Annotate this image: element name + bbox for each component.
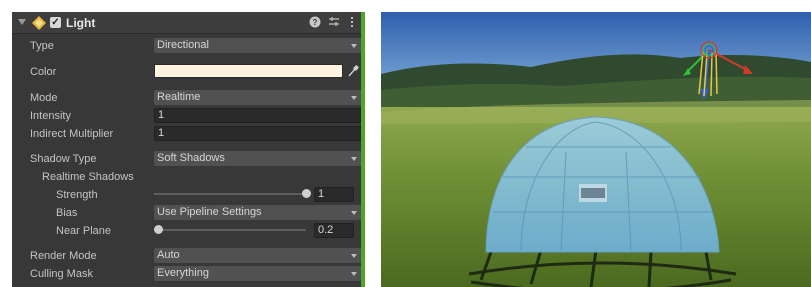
eyedropper-icon[interactable]	[347, 64, 359, 78]
intensity-field[interactable]: 1	[154, 108, 362, 123]
strength-slider-track[interactable]	[154, 193, 306, 195]
strength-value-field[interactable]: 1	[314, 187, 354, 202]
near-plane-slider-track[interactable]	[154, 229, 306, 231]
foldout-arrow-icon[interactable]	[18, 19, 26, 25]
bias-dropdown[interactable]: Use Pipeline Settings	[154, 205, 362, 220]
type-dropdown[interactable]: Directional	[154, 38, 362, 53]
chevron-down-icon	[351, 44, 357, 48]
culling-mask-label: Culling Mask	[30, 268, 93, 280]
render-mode-dropdown[interactable]: Auto	[154, 248, 362, 263]
chevron-down-icon	[351, 211, 357, 215]
intensity-label: Intensity	[30, 110, 71, 122]
indirect-multiplier-field[interactable]: 1	[154, 126, 362, 141]
chevron-down-icon	[351, 157, 357, 161]
type-value: Directional	[157, 39, 209, 51]
chevron-down-icon	[351, 96, 357, 100]
chevron-down-icon	[351, 272, 357, 276]
bias-label: Bias	[56, 207, 78, 219]
color-swatch[interactable]	[154, 64, 343, 78]
shadow-type-label: Shadow Type	[30, 153, 97, 165]
culling-mask-value: Everything	[157, 267, 209, 279]
inspector-panel: ✓ Light ? Type Directional Color Mode Re…	[12, 12, 365, 287]
presets-icon[interactable]	[327, 16, 341, 30]
component-title: Light	[66, 16, 96, 30]
svg-text:?: ?	[313, 18, 318, 27]
color-label: Color	[30, 66, 57, 78]
strength-label: Strength	[56, 189, 98, 201]
shadow-type-value: Soft Shadows	[157, 152, 225, 164]
mode-value: Realtime	[157, 91, 201, 103]
light-component-header[interactable]: ✓ Light ?	[12, 12, 365, 34]
render-mode-value: Auto	[157, 249, 180, 261]
indirect-multiplier-label: Indirect Multiplier	[30, 128, 114, 140]
culling-mask-dropdown[interactable]: Everything	[154, 266, 362, 281]
bias-value: Use Pipeline Settings	[157, 206, 262, 218]
mode-label: Mode	[30, 92, 58, 104]
shadow-type-dropdown[interactable]: Soft Shadows	[154, 151, 362, 166]
mode-dropdown[interactable]: Realtime	[154, 90, 362, 105]
realtime-shadows-label: Realtime Shadows	[42, 171, 134, 183]
near-plane-slider-knob[interactable]	[153, 225, 163, 234]
inspector-highlight-edge	[361, 12, 365, 287]
chevron-down-icon	[351, 254, 357, 258]
help-icon[interactable]: ?	[308, 16, 322, 30]
kebab-menu-icon[interactable]	[345, 16, 359, 30]
near-plane-value-field[interactable]: 0.2	[314, 223, 354, 238]
scene-render[interactable]	[381, 12, 811, 287]
strength-slider-knob[interactable]	[301, 189, 311, 198]
enabled-checkbox[interactable]: ✓	[50, 17, 61, 28]
light-icon	[32, 16, 46, 30]
near-plane-label: Near Plane	[56, 225, 112, 237]
type-label: Type	[30, 40, 54, 52]
scene-viewport[interactable]	[381, 12, 811, 287]
render-mode-label: Render Mode	[30, 250, 97, 262]
